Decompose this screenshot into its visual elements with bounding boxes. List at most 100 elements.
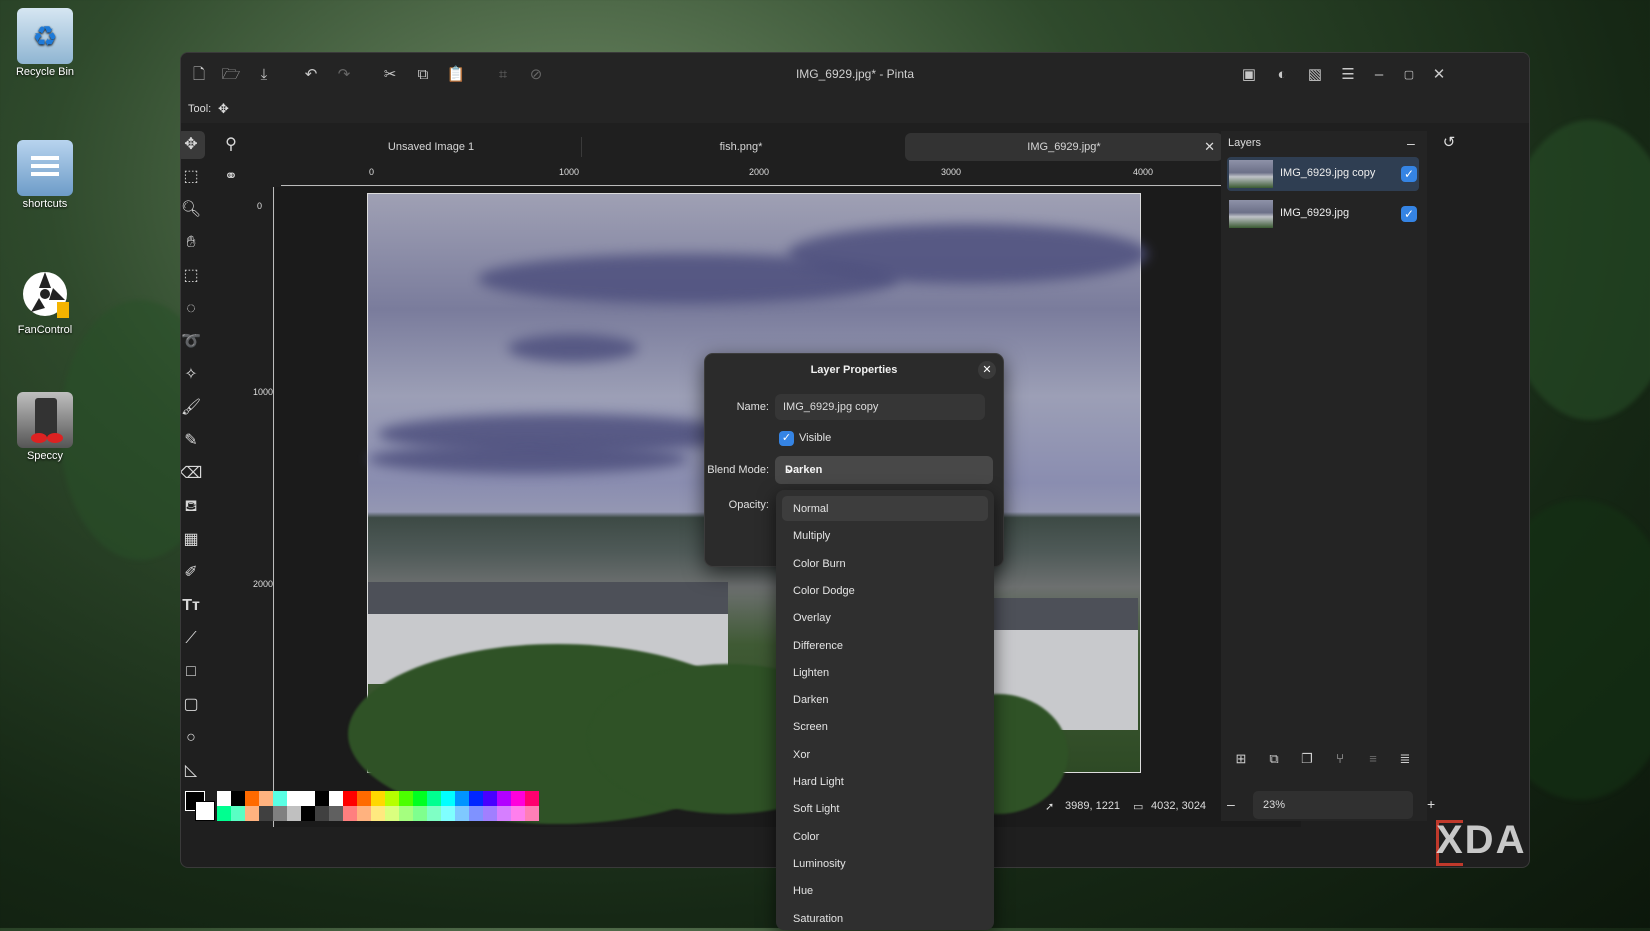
eraser-tool-icon[interactable]: ⌫ bbox=[181, 460, 205, 488]
palette-swatch[interactable] bbox=[427, 806, 441, 821]
palette-swatch[interactable] bbox=[399, 791, 413, 806]
palette-swatch[interactable] bbox=[469, 806, 483, 821]
palette-swatch[interactable] bbox=[525, 806, 539, 821]
blend-mode-option[interactable]: Color Burn bbox=[782, 551, 988, 576]
desktop-icon-shortcuts[interactable]: shortcuts bbox=[6, 140, 84, 210]
blend-mode-select[interactable]: Darken ⌄ bbox=[775, 456, 993, 484]
palette-swatch[interactable] bbox=[329, 806, 343, 821]
desktop-icon-fancontrol[interactable]: FanControl bbox=[6, 266, 84, 336]
palette-swatch[interactable] bbox=[245, 806, 259, 821]
palette-swatch[interactable] bbox=[371, 806, 385, 821]
blend-mode-option[interactable]: Luminosity bbox=[782, 851, 988, 876]
pan-tool-icon[interactable]: ✋︎ bbox=[181, 229, 205, 257]
palette-swatch[interactable] bbox=[245, 791, 259, 806]
palette-swatch[interactable] bbox=[427, 791, 441, 806]
tab-fish[interactable]: fish.png* bbox=[591, 133, 891, 161]
layer-visibility-checkbox[interactable]: ✓ bbox=[1401, 166, 1417, 182]
dialog-close-icon[interactable]: ✕ bbox=[978, 361, 996, 379]
palette-swatch[interactable] bbox=[441, 791, 455, 806]
zoom-tool-icon[interactable]: 🔍︎ bbox=[181, 196, 205, 224]
layer-visibility-checkbox[interactable]: ✓ bbox=[1401, 206, 1417, 222]
gradient-tool-icon[interactable]: ▦ bbox=[181, 526, 205, 554]
hamburger-menu-icon[interactable]: ☰ bbox=[1338, 65, 1358, 85]
palette-swatch[interactable] bbox=[315, 806, 329, 821]
palette-swatch[interactable] bbox=[483, 791, 497, 806]
blend-mode-option[interactable]: Color Dodge bbox=[782, 578, 988, 603]
blend-mode-option[interactable]: Soft Light bbox=[782, 796, 988, 821]
magic-wand-tool-icon[interactable]: ✧ bbox=[181, 361, 205, 389]
close-tab-icon[interactable]: ✕ bbox=[1204, 133, 1215, 161]
maximize-icon[interactable]: ▢ bbox=[1399, 65, 1419, 85]
layer-row[interactable]: IMG_6929.jpg copy ✓ bbox=[1227, 157, 1419, 191]
palette-swatch[interactable] bbox=[371, 791, 385, 806]
move-selected-tool-icon[interactable]: ✥ bbox=[181, 131, 205, 159]
lasso-select-tool-icon[interactable]: ➰ bbox=[181, 328, 205, 356]
recolor-tool-icon[interactable]: ⚭ bbox=[217, 163, 245, 191]
palette-swatch[interactable] bbox=[497, 806, 511, 821]
palette-swatch[interactable] bbox=[231, 806, 245, 821]
blend-mode-option[interactable]: Lighten bbox=[782, 660, 988, 685]
clone-stamp-tool-icon[interactable]: ⚲ bbox=[217, 131, 245, 159]
palette-swatch[interactable] bbox=[455, 791, 469, 806]
zoom-in-icon[interactable]: + bbox=[1427, 796, 1435, 812]
zoom-out-icon[interactable]: – bbox=[1227, 796, 1235, 812]
duplicate-layer-icon[interactable]: ⧉ bbox=[1264, 751, 1284, 771]
blend-mode-option[interactable]: Color bbox=[782, 824, 988, 849]
palette-swatch[interactable] bbox=[217, 791, 231, 806]
rounded-rectangle-tool-icon[interactable]: ▢ bbox=[181, 691, 205, 719]
image-menu-icon[interactable]: ▣ bbox=[1239, 65, 1259, 85]
adjustments-icon[interactable]: ◐ bbox=[1272, 65, 1292, 85]
blend-mode-option[interactable]: Darken bbox=[782, 687, 988, 712]
palette-swatch[interactable] bbox=[343, 791, 357, 806]
blend-mode-option[interactable]: Saturation bbox=[782, 906, 988, 931]
zoom-combobox[interactable]: 23% bbox=[1253, 791, 1413, 819]
ellipse-select-tool-icon[interactable]: ◌ bbox=[181, 295, 205, 323]
blend-mode-option[interactable]: Xor bbox=[782, 742, 988, 767]
line-curve-tool-icon[interactable]: ⟋ bbox=[181, 625, 205, 653]
palette-swatch[interactable] bbox=[511, 791, 525, 806]
color-palette[interactable] bbox=[217, 791, 539, 821]
rectangle-tool-icon[interactable]: □ bbox=[181, 658, 205, 686]
paintbrush-tool-icon[interactable]: 🖌︎ bbox=[181, 394, 205, 422]
tab-unsaved-image-1[interactable]: Unsaved Image 1 bbox=[281, 133, 581, 161]
palette-swatch[interactable] bbox=[441, 806, 455, 821]
paint-bucket-tool-icon[interactable]: ⛾ bbox=[181, 493, 205, 521]
desktop-icon-speccy[interactable]: Speccy bbox=[6, 392, 84, 462]
palette-swatch[interactable] bbox=[511, 806, 525, 821]
palette-swatch[interactable] bbox=[287, 806, 301, 821]
layer-row[interactable]: IMG_6929.jpg ✓ bbox=[1227, 197, 1419, 231]
rectangle-select-tool-icon[interactable]: ⬚ bbox=[181, 262, 205, 290]
blend-mode-option[interactable]: Hard Light bbox=[782, 769, 988, 794]
color-picker-tool-icon[interactable]: ✐ bbox=[181, 559, 205, 587]
minimize-icon[interactable]: – bbox=[1369, 65, 1389, 85]
blend-mode-option[interactable]: Hue bbox=[782, 878, 988, 903]
flatten-icon[interactable]: ≡ bbox=[1363, 751, 1383, 771]
palette-swatch[interactable] bbox=[385, 806, 399, 821]
palette-swatch[interactable] bbox=[497, 791, 511, 806]
palette-swatch[interactable] bbox=[357, 806, 371, 821]
palette-swatch[interactable] bbox=[525, 791, 539, 806]
layer-name-input[interactable]: IMG_6929.jpg copy bbox=[775, 394, 985, 420]
layer-properties-icon[interactable]: ≣ bbox=[1395, 751, 1415, 771]
palette-swatch[interactable] bbox=[413, 791, 427, 806]
desktop-icon-recycle-bin[interactable]: ♻ Recycle Bin bbox=[6, 8, 84, 78]
palette-swatch[interactable] bbox=[357, 791, 371, 806]
palette-swatch[interactable] bbox=[399, 806, 413, 821]
ellipse-tool-icon[interactable]: ○ bbox=[181, 724, 205, 752]
palette-swatch[interactable] bbox=[385, 791, 399, 806]
palette-swatch[interactable] bbox=[329, 791, 343, 806]
pencil-tool-icon[interactable]: ✎ bbox=[181, 427, 205, 455]
merge-layer-down-icon[interactable]: ⑂ bbox=[1330, 751, 1350, 771]
palette-swatch[interactable] bbox=[217, 806, 231, 821]
palette-swatch[interactable] bbox=[273, 791, 287, 806]
palette-swatch[interactable] bbox=[483, 806, 497, 821]
palette-swatch[interactable] bbox=[301, 791, 315, 806]
palette-swatch[interactable] bbox=[287, 791, 301, 806]
palette-swatch[interactable] bbox=[315, 791, 329, 806]
palette-swatch[interactable] bbox=[231, 791, 245, 806]
blend-mode-option[interactable]: Screen bbox=[782, 714, 988, 739]
palette-swatch[interactable] bbox=[413, 806, 427, 821]
primary-secondary-color-icon[interactable] bbox=[185, 791, 215, 821]
visible-checkbox[interactable]: ✓ bbox=[779, 431, 794, 446]
text-tool-icon[interactable]: Tт bbox=[181, 592, 205, 620]
